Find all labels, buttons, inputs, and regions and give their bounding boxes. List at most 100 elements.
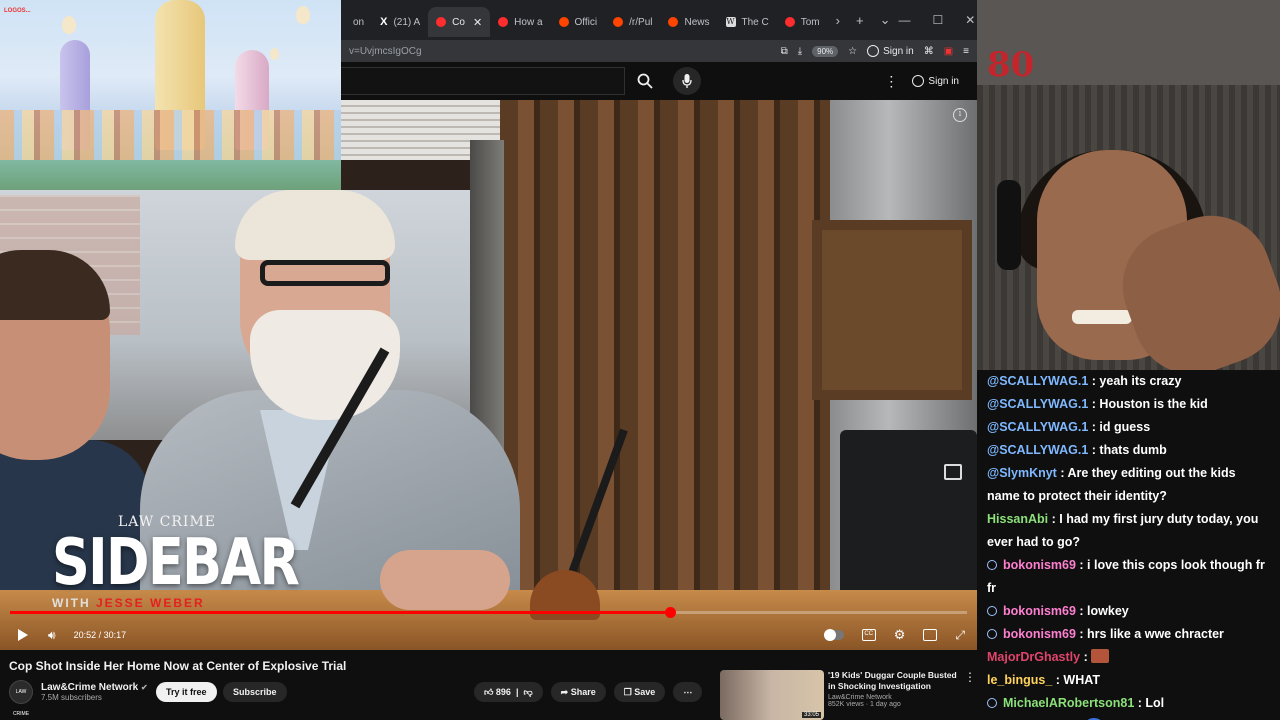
chat-username[interactable]: bokonism69 [1003, 604, 1076, 618]
info-icon[interactable]: i [953, 108, 967, 122]
video-title: Cop Shot Inside Her Home Now at Center o… [9, 659, 347, 673]
browser-tab[interactable]: News [660, 7, 717, 37]
chat-username[interactable]: MichaelARobertson81 [1003, 696, 1134, 710]
chat-text: : lowkey [1075, 604, 1129, 618]
download-icon[interactable]: ⤓ [798, 46, 802, 57]
like-button[interactable]: 👍︎ 896 | 👎︎ [474, 682, 543, 702]
address-bar[interactable]: v=UvjmcsIgOCg ⧉ ⤓ 90% ☆ Sign in ⌘ ▣ ≡ [341, 40, 977, 62]
chat-message: le_bingus_ : WHAT [987, 669, 1270, 692]
close-tab-icon[interactable]: ✕ [473, 16, 482, 29]
chat-username[interactable]: @SCALLYWAG.1 [987, 374, 1088, 388]
chat-message: bokonism69 : i love this cops look thoug… [987, 554, 1270, 600]
fantasy-city-overlay: LOGOS... [0, 0, 341, 190]
theater-mode-icon[interactable] [923, 629, 938, 641]
channel-text: Law&Crime Network ✔ 7.5M subscribers [41, 682, 148, 702]
tab-scroll-right-icon[interactable]: › [836, 13, 840, 28]
browser-tab[interactable]: W The C [718, 7, 777, 37]
youtube-favicon-icon [498, 17, 509, 27]
browser-menu-icon[interactable]: ≡ [963, 46, 969, 57]
cast-icon[interactable]: ⧉ [781, 46, 788, 57]
browser-tab[interactable]: Tom [777, 7, 828, 37]
chat-username[interactable]: HissanAbi [987, 512, 1048, 526]
browser-tab[interactable]: /r/Pul [605, 7, 660, 37]
subscribe-button[interactable]: Subscribe [223, 682, 287, 702]
chat-username[interactable]: bokonism69 [1003, 627, 1076, 641]
settings-kebab-icon[interactable]: ⋮ [884, 73, 898, 90]
tab-label: News [684, 16, 710, 28]
voice-search-button[interactable] [673, 67, 701, 95]
channel-info[interactable]: LAW CRIME Law&Crime Network ✔ 7.5M subsc… [9, 680, 148, 717]
browser-tab[interactable]: Co ✕ [428, 7, 491, 37]
fullscreen-icon[interactable]: ⤢ [955, 628, 965, 643]
bookmark-star-icon[interactable]: ☆ [848, 46, 857, 57]
close-window-button[interactable]: ✕ [965, 13, 975, 27]
tab-list: on X (21) A Co ✕ How a Offici/r/Pul News W The C T… [345, 3, 828, 37]
chat-message: bokonism69 : hrs like a wwe chracter [987, 623, 1270, 646]
try-free-button[interactable]: Try it free [156, 682, 217, 702]
chat-badge-icon [987, 606, 997, 616]
chat-username[interactable]: le_bingus_ [987, 673, 1052, 687]
browser-tab[interactable]: Offici [551, 7, 606, 37]
time-display: 20:52 / 30:17 [73, 630, 127, 640]
tab-search-chevron-icon[interactable]: ⌄ [880, 12, 891, 28]
thumbs-down-icon[interactable]: 👎︎ [523, 687, 532, 698]
suggested-menu-icon[interactable]: ⋮ [964, 670, 976, 720]
suggested-thumbnail[interactable]: 33:05 [720, 670, 824, 720]
channel-name[interactable]: Law&Crime Network ✔ [41, 682, 148, 693]
chat-text: : id guess [1088, 420, 1151, 434]
overlay-logo-text: LOGOS... [4, 8, 31, 14]
browser-tab-bar: on X (21) A Co ✕ How a Offici/r/Pul News W The C T… [341, 0, 977, 40]
browser-signin-button[interactable]: Sign in [867, 45, 914, 57]
chat-text: : hrs like a wwe chracter [1075, 627, 1224, 641]
headphones [997, 180, 1021, 270]
browser-tab[interactable]: X (21) A [372, 7, 428, 37]
youtube-signin-button[interactable]: Sign in [912, 75, 959, 87]
channel-avatar[interactable]: LAW CRIME [9, 680, 33, 717]
wood-paneling [500, 100, 830, 650]
balloon [62, 16, 76, 34]
chat-username[interactable]: @SlymKnyt [987, 466, 1057, 480]
reddit-favicon-icon [558, 17, 569, 27]
extensions-icon[interactable]: ⌘ [924, 46, 934, 57]
chat-username[interactable]: @SCALLYWAG.1 [987, 420, 1088, 434]
chat-message: @SCALLYWAG.1 : Houston is the kid [987, 393, 1270, 416]
address-bar-actions: ⧉ ⤓ 90% ☆ Sign in ⌘ ▣ ≡ [781, 45, 969, 57]
search-input[interactable] [341, 67, 625, 95]
volume-icon[interactable]: 🔊︎ [48, 628, 56, 643]
url-text[interactable]: v=UvjmcsIgOCg [349, 46, 422, 57]
chat-username[interactable]: @SCALLYWAG.1 [987, 443, 1088, 457]
chat-username[interactable]: @SCALLYWAG.1 [987, 397, 1088, 411]
extension-badge-icon[interactable]: ▣ [944, 46, 953, 57]
chat-badge-icon [987, 629, 997, 639]
show-logo: LAW CRIME SIDEBAR WITH JESSE WEBER [52, 514, 300, 610]
more-actions-button[interactable]: ⋯ [673, 682, 703, 702]
captions-icon[interactable]: CC [861, 629, 876, 641]
save-button[interactable]: ❐ Save [613, 682, 666, 702]
video-info: Cop Shot Inside Her Home Now at Center o… [0, 650, 977, 720]
video-progress-bar[interactable] [10, 607, 967, 618]
zoom-level[interactable]: 90% [812, 45, 839, 57]
play-button[interactable] [18, 629, 28, 641]
suggested-duration: 33:05 [801, 712, 821, 718]
youtube-account-icon [912, 75, 925, 87]
settings-gear-icon[interactable]: ⚙ [894, 627, 906, 643]
share-label: Share [570, 687, 596, 697]
thumbs-up-icon: 👍︎ [484, 686, 494, 697]
browser-tab[interactable]: How a [490, 7, 550, 37]
share-icon: ➦ [560, 686, 569, 697]
minimize-button[interactable]: — [898, 13, 910, 27]
chat-username[interactable]: bokonism69 [1003, 558, 1076, 572]
suggested-video[interactable]: 33:05 '19 Kids' Duggar Couple Busted in … [720, 670, 977, 720]
share-button[interactable]: ➦ Share [550, 682, 606, 702]
streamer-webcam: 80 [977, 0, 1280, 370]
miniplayer-icon[interactable] [944, 464, 962, 480]
maximize-button[interactable]: ☐ [932, 13, 943, 27]
browser-tab[interactable]: on [345, 7, 372, 37]
autoplay-toggle[interactable] [823, 629, 844, 641]
suggested-title[interactable]: '19 Kids' Duggar Couple Busted in Shocki… [828, 670, 964, 692]
browser-signin-label: Sign in [883, 45, 914, 57]
chat-username[interactable]: MajorDrGhastly [987, 650, 1080, 664]
search-button[interactable] [625, 67, 665, 95]
new-tab-button[interactable]: + [856, 13, 864, 28]
chat-badge-icon [987, 560, 997, 570]
